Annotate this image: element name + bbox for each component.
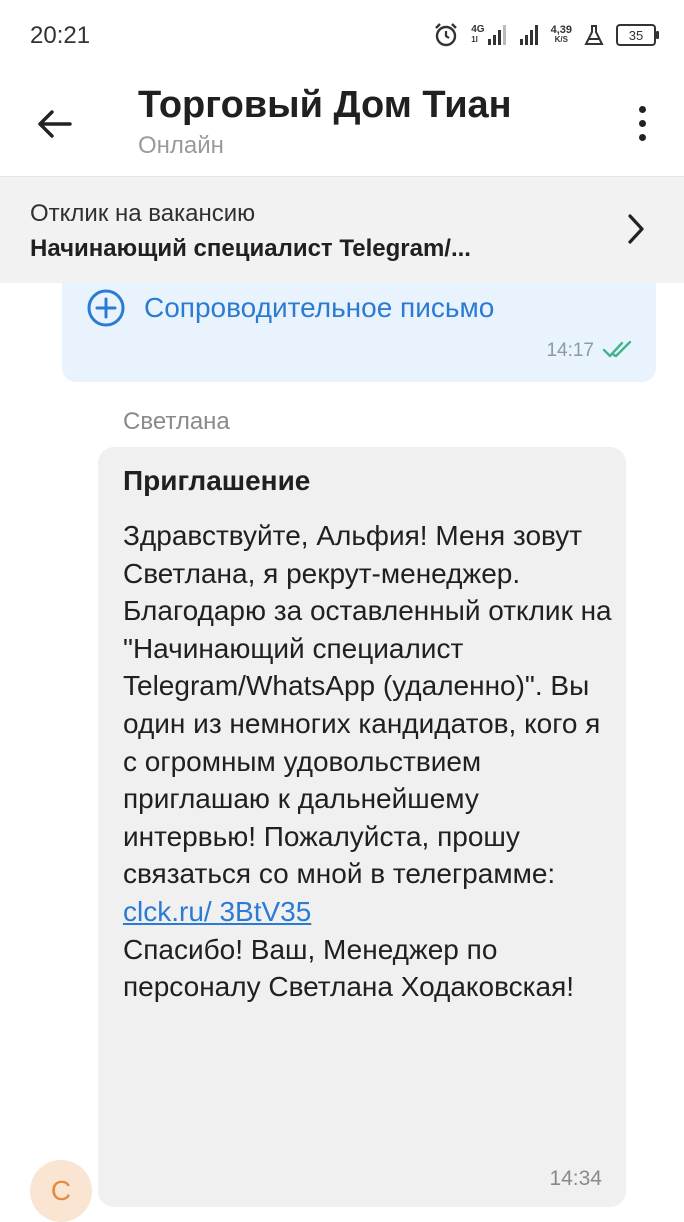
chevron-right-icon [628,214,644,244]
speed-unit: K/S [554,35,568,44]
arrow-left-icon [38,110,72,138]
status-bar: 20:21 4G 1l 4,39 K/S 35 [0,0,684,70]
message-signature: Спасибо! Ваш, Менеджер по персоналу Свет… [123,933,575,1003]
status-icons: 4G 1l 4,39 K/S 35 [433,20,659,50]
chat-header: Торговый Дом Тиан Онлайн [0,70,684,176]
alarm-icon [433,22,459,48]
sender-name: Светлана [123,408,230,435]
incoming-message: Приглашение Здравствуйте, Альфия! Меня з… [98,447,626,1207]
signal-icon-2 [519,24,539,46]
telegram-link[interactable]: clck.ru/ 3BtV35 [123,896,311,927]
plus-circle-icon [87,289,125,327]
status-time: 20:21 [30,22,91,49]
flask-icon [584,24,604,46]
avatar-letter: С [50,1175,72,1206]
speed-value: 4,39 [550,24,572,36]
more-vertical-icon [638,105,646,113]
cover-letter-button[interactable]: Сопроводительное письмо [86,288,494,328]
message-text: Здравствуйте, Альфия! Меня зовут Светлан… [123,520,612,890]
outgoing-message: Сопроводительное письмо 14:17 [62,282,656,382]
battery-icon: 35 [616,24,659,46]
chat-title: Торговый Дом Тиан [138,84,512,126]
back-button[interactable] [30,100,78,148]
message-time: 14:17 [546,340,594,361]
message-body: Здравствуйте, Альфия! Меня зовут Светлан… [123,517,613,1006]
network-sub: 1l [471,35,478,44]
online-status: Онлайн [138,132,224,159]
more-menu-button[interactable] [622,98,662,148]
message-title: Приглашение [123,465,311,496]
battery-level: 35 [628,27,644,43]
vacancy-label: Отклик на вакансию [30,200,256,227]
network-speed: 4,39 K/S [551,25,572,45]
network-type: 4G [471,24,485,35]
message-time: 14:34 [549,1167,602,1190]
double-check-icon [602,340,632,358]
signal-icon: 4G 1l [471,24,506,46]
vacancy-title: Начинающий специалист Telegram/... [30,235,471,262]
avatar[interactable]: С [30,1160,92,1222]
vacancy-banner[interactable]: Отклик на вакансию Начинающий специалист… [0,176,684,283]
cover-letter-label: Сопроводительное письмо [144,292,495,323]
